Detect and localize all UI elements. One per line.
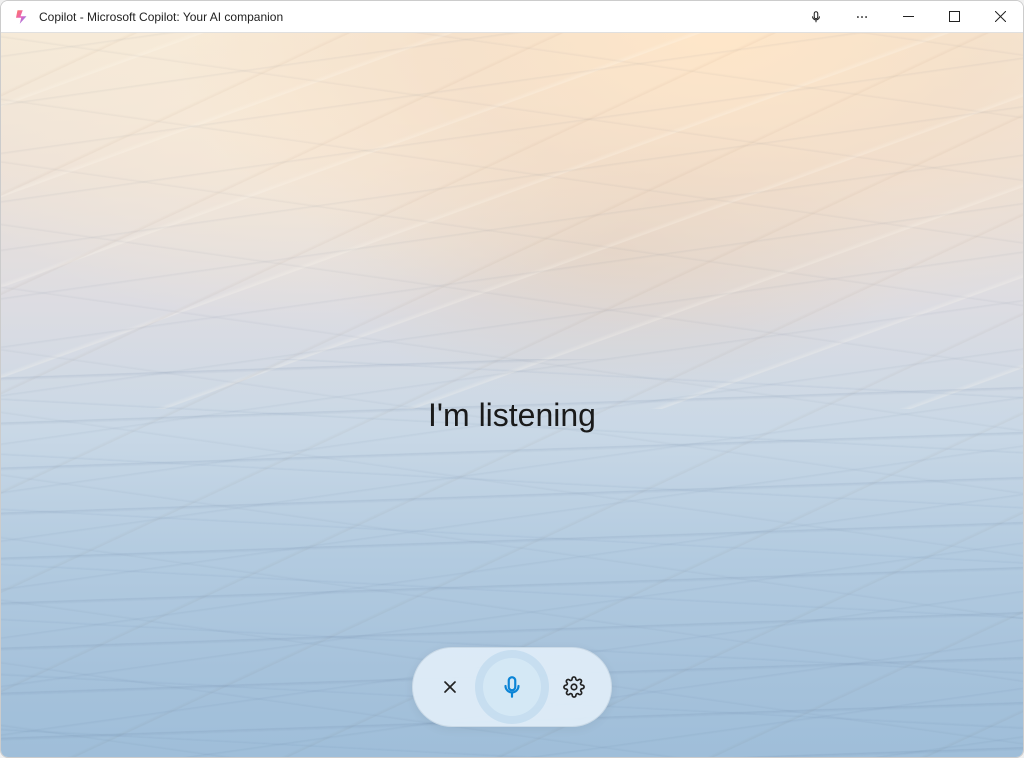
copilot-icon (13, 8, 31, 26)
more-button[interactable] (839, 1, 885, 33)
titlebar-mic-button[interactable] (793, 1, 839, 33)
titlebar-controls (793, 1, 1023, 32)
voice-control-bar (412, 647, 612, 727)
minimize-button[interactable] (885, 1, 931, 33)
content-area: I'm listening (1, 33, 1023, 757)
maximize-button[interactable] (931, 1, 977, 33)
window-title: Copilot - Microsoft Copilot: Your AI com… (39, 10, 793, 24)
microphone-button[interactable] (483, 658, 541, 716)
voice-settings-button[interactable] (559, 672, 589, 702)
listening-status-text: I'm listening (428, 397, 596, 434)
close-window-button[interactable] (977, 1, 1023, 33)
titlebar: Copilot - Microsoft Copilot: Your AI com… (1, 1, 1023, 33)
cancel-voice-button[interactable] (435, 672, 465, 702)
app-window: Copilot - Microsoft Copilot: Your AI com… (0, 0, 1024, 758)
